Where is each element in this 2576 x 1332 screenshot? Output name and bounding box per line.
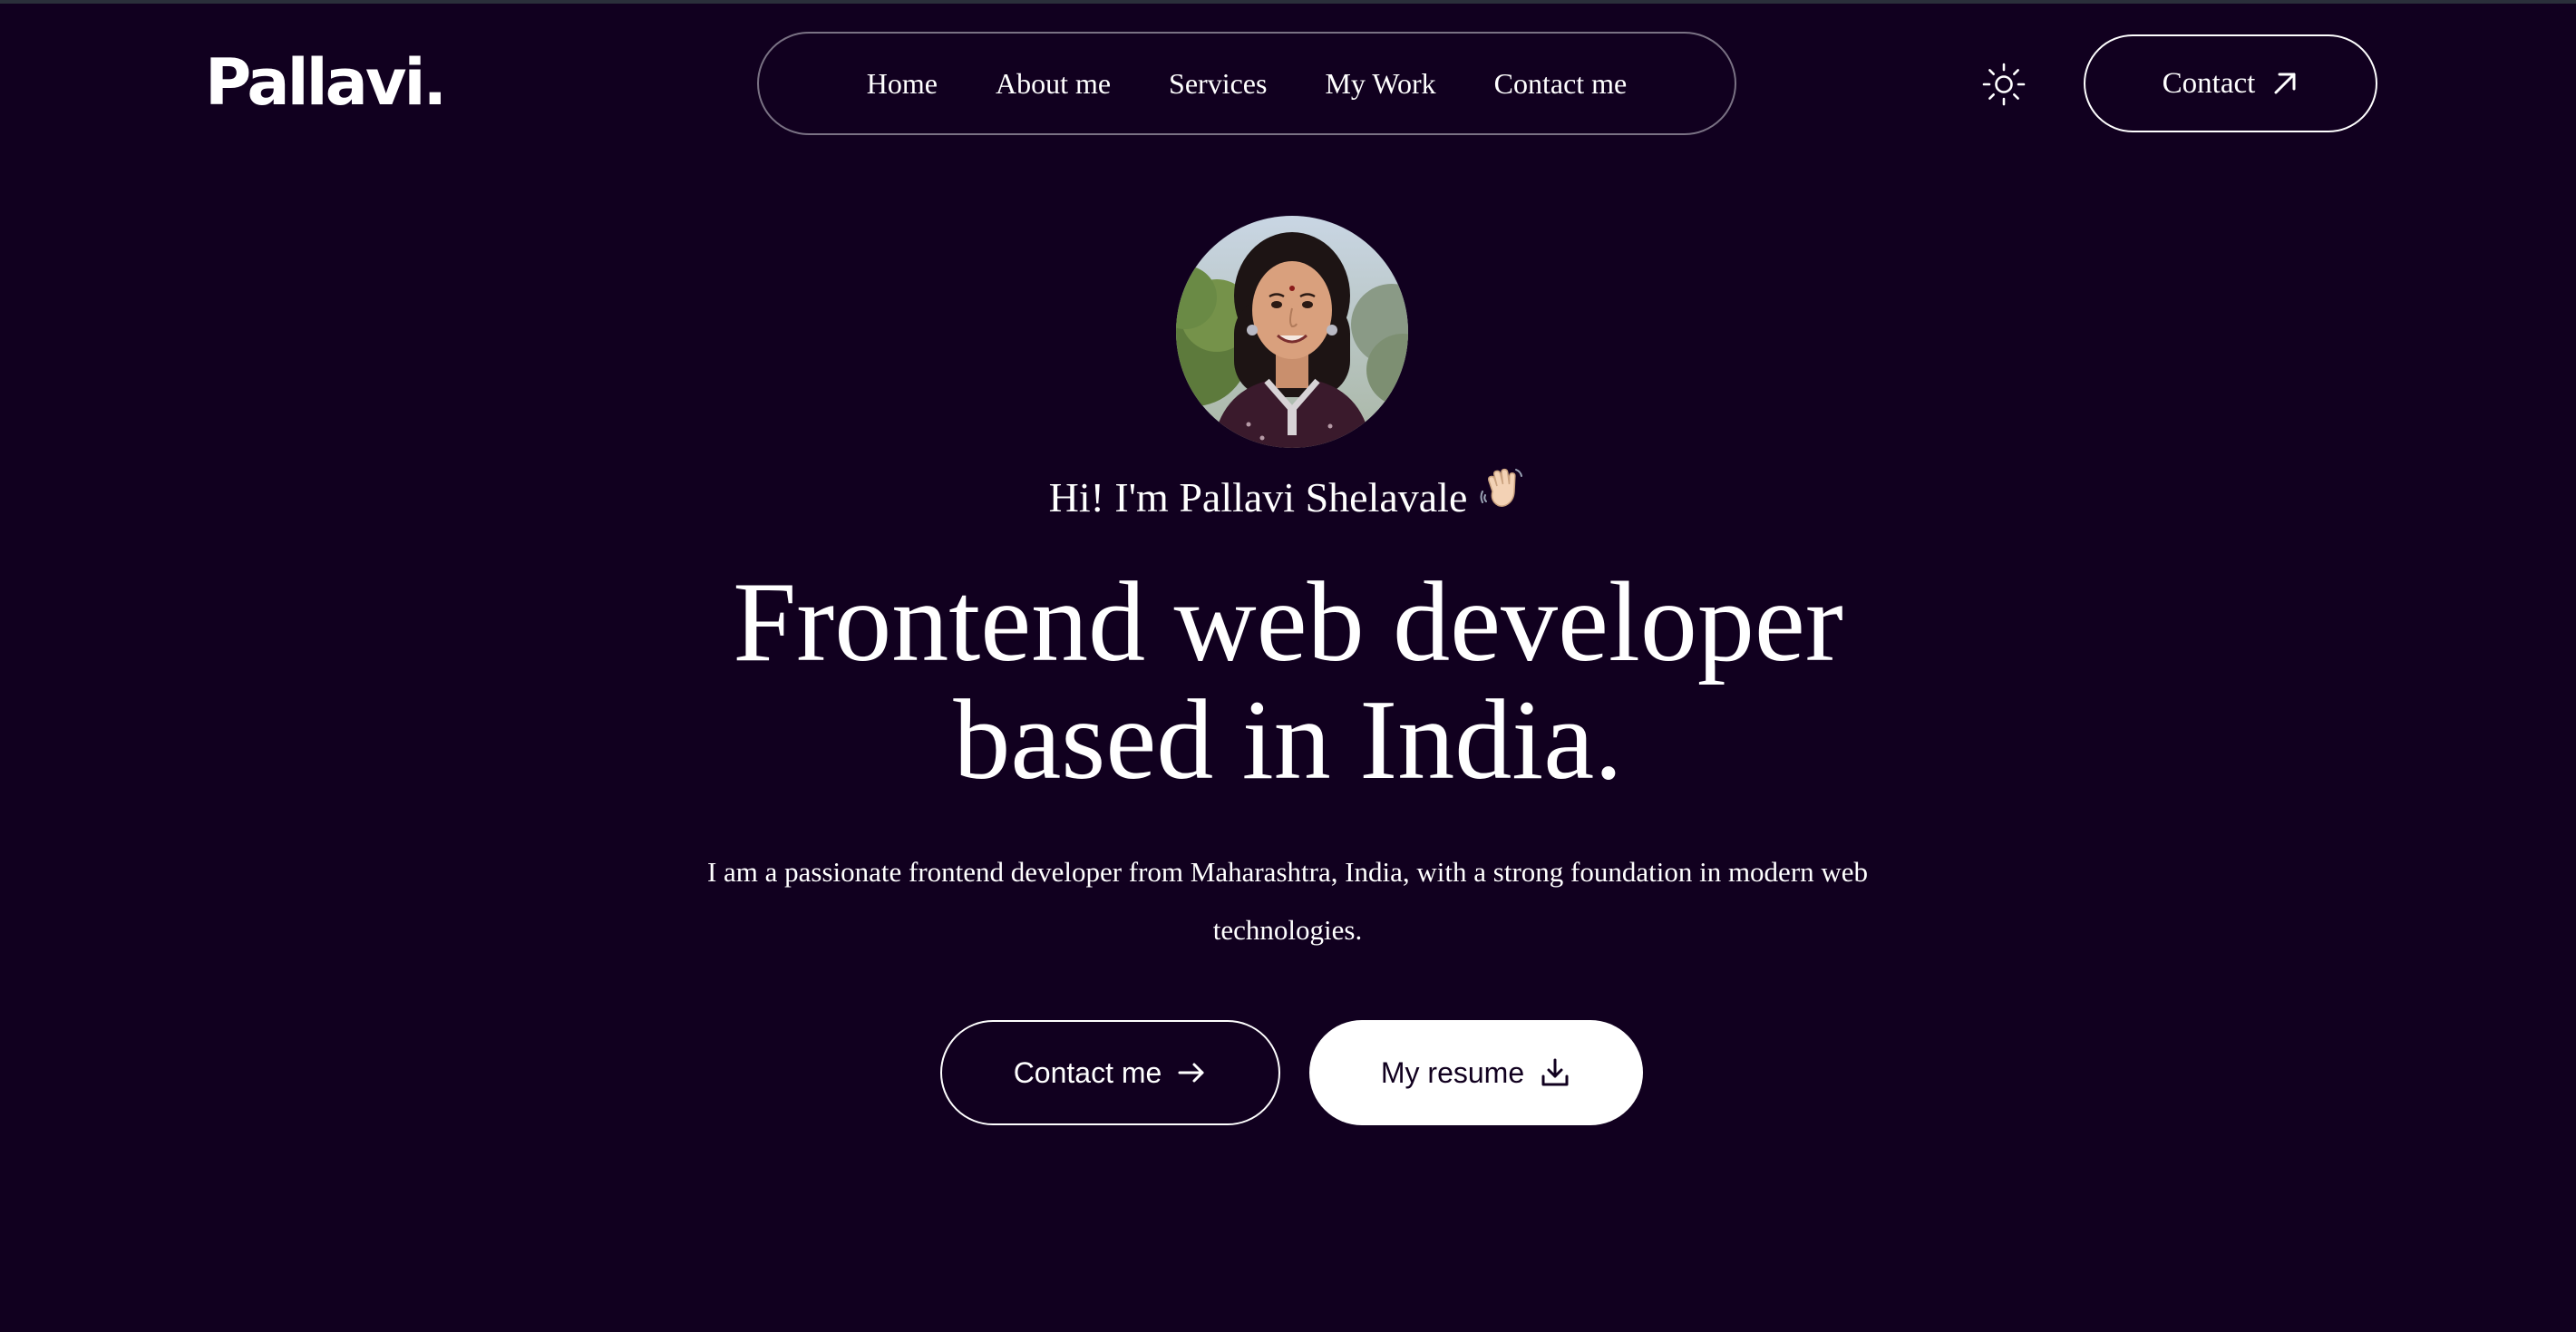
header-contact-label: Contact	[2162, 66, 2256, 100]
headline-line-2: based in India.	[953, 677, 1623, 803]
nav-item-home[interactable]: Home	[867, 67, 938, 101]
site-logo[interactable]: Pallavi.	[205, 42, 447, 123]
nav-item-my-work[interactable]: My Work	[1325, 67, 1435, 101]
greeting: Hi! I'm Pallavi Shelavale	[0, 464, 2576, 531]
my-resume-label: My resume	[1380, 1055, 1525, 1089]
greeting-text: Hi! I'm Pallavi Shelavale	[1048, 474, 1468, 520]
contact-me-label: Contact me	[1013, 1055, 1162, 1089]
headline-line-1: Frontend web developer	[733, 559, 1843, 685]
hero-description: I am a passionate frontend developer fro…	[706, 856, 1869, 946]
my-resume-button[interactable]: My resume	[1309, 1020, 1643, 1125]
contact-me-button[interactable]: Contact me	[940, 1020, 1280, 1125]
arrow-right-icon	[1176, 1057, 1207, 1088]
theme-toggle-button[interactable]	[1982, 63, 2026, 106]
download-icon	[1539, 1056, 1571, 1089]
waving-hand-icon	[1480, 464, 1527, 531]
nav-item-about-me[interactable]: About me	[996, 67, 1111, 101]
avatar	[1176, 216, 1408, 448]
headline: Frontend web developer based in India.	[0, 564, 2576, 800]
sun-icon	[1982, 63, 2026, 106]
arrow-up-right-icon	[2271, 70, 2299, 97]
window-top-border	[0, 0, 2576, 4]
main-nav: Home About me Services My Work Contact m…	[757, 32, 1736, 135]
nav-item-contact-me[interactable]: Contact me	[1494, 67, 1628, 101]
header-contact-button[interactable]: Contact	[2084, 34, 2377, 132]
nav-item-services[interactable]: Services	[1169, 67, 1267, 101]
